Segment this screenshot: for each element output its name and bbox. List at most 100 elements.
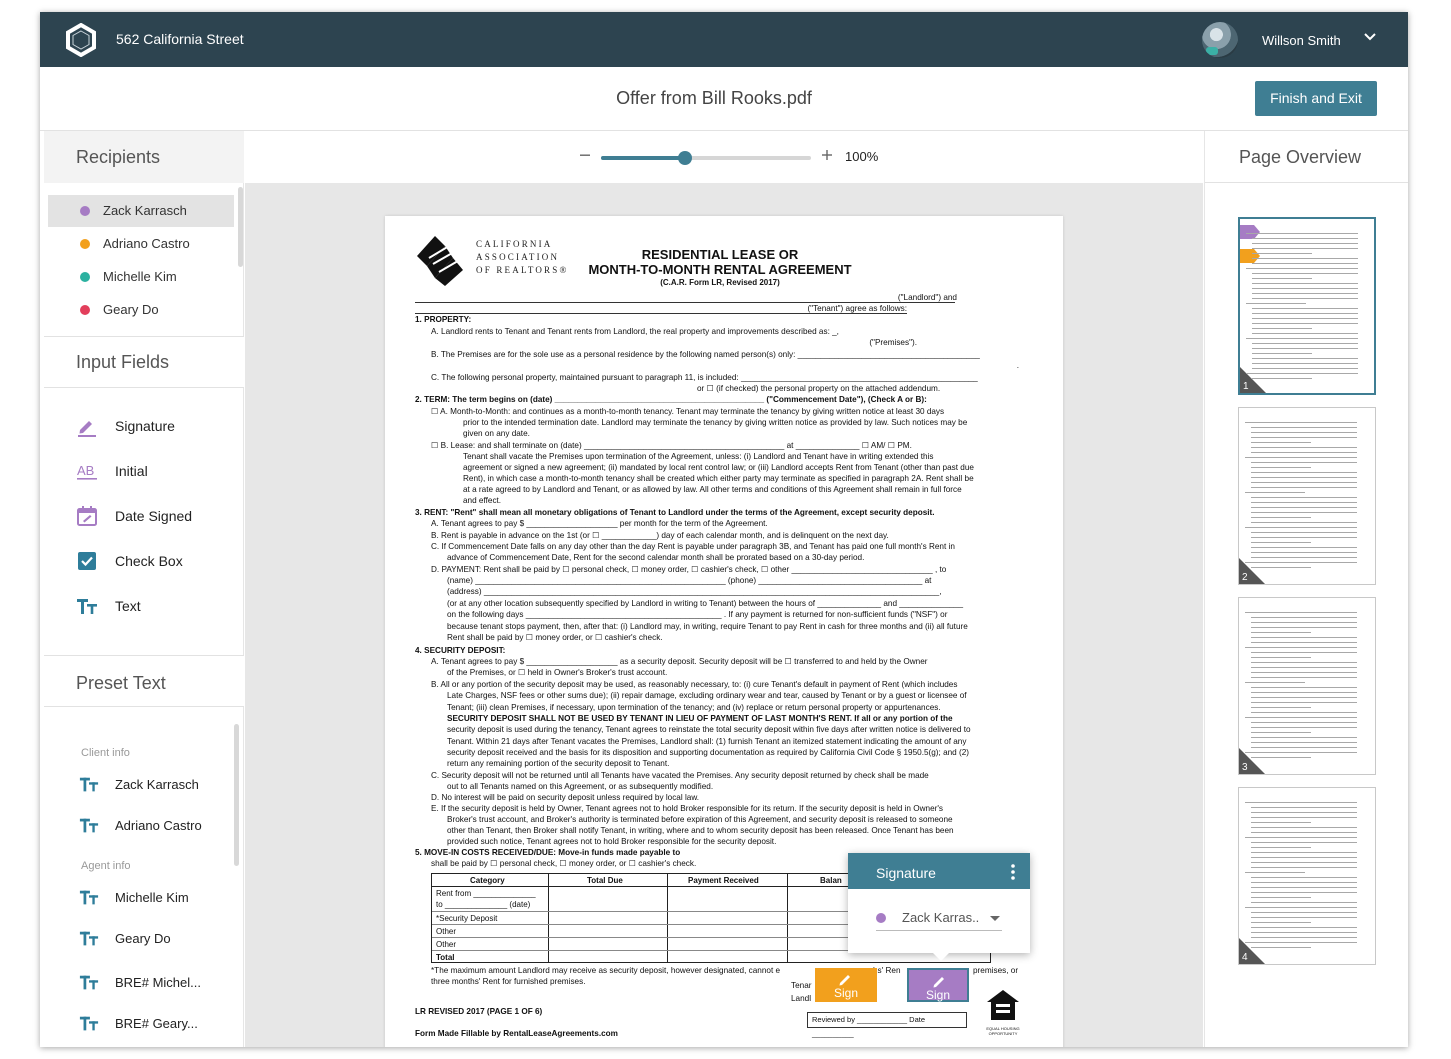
recipient-color-dot [80,206,90,216]
thumbnail-text-line [1251,557,1357,558]
preset-scrollbar[interactable] [234,724,239,866]
table-cell: to ______________ (date) [436,900,531,909]
thumbnail-text-line [1251,722,1357,723]
zoom-out-icon[interactable] [577,147,593,163]
thumbnail-text-line [1252,368,1358,369]
thumbnail-text-line [1251,827,1357,828]
recipient-select[interactable]: Zack Karras.. [876,905,1002,931]
zoom-slider-knob[interactable] [678,151,692,165]
page-number: 2 [1242,572,1248,583]
pdf-text-line: C. Security deposit will not be returned… [431,771,929,780]
thumbnail-text-line [1251,897,1311,898]
user-name[interactable]: Willson Smith [1262,33,1341,48]
pdf-text-line: (or at any other location subsequently s… [447,599,964,608]
preset-item[interactable]: Zack Karrasch [76,772,236,798]
thumbnail-text-line [1251,812,1357,813]
field-date-signed[interactable]: Date Signed [76,502,236,532]
document-title-bar: Offer from Bill Rooks.pdf Finish and Exi… [40,67,1408,131]
pdf-text-line: at a rate agreed to by Landlord and Tena… [463,485,962,494]
pdf-text-line: shall be paid by ☐ personal check, ☐ mon… [431,859,697,868]
page-thumbnail[interactable]: 1 [1238,217,1376,395]
thumbnail-text-line [1251,892,1357,893]
recipient-color-dot [876,913,886,923]
thumbnail-text-line [1251,652,1357,653]
sign-tag-orange[interactable]: Sign [815,968,877,1002]
pdf-text-line: 1. PROPERTY: [415,315,472,324]
thumbnail-text-line [1251,432,1357,433]
field-check-box[interactable]: Check Box [76,547,236,577]
popup-title: Signature [876,865,936,881]
thumbnail-text-line [1251,622,1357,623]
text-tt-icon [79,818,99,833]
preset-item[interactable]: Adriano Castro [76,813,236,839]
tenant-label: Tenar [791,981,812,990]
pen-icon [933,977,944,988]
thumbnail-text-line [1251,537,1357,538]
zoom-slider[interactable] [601,151,811,165]
page-thumbnail[interactable]: 4 [1238,787,1376,965]
sign-tag-purple[interactable]: Sign [907,968,969,1002]
preset-label: BRE# Geary... [115,1016,198,1031]
pdf-text-line: C. If Commencement Date falls on any day… [431,542,955,551]
thumbnail-text-line [1251,947,1311,948]
input-fields-title: Input Fields [76,352,170,372]
pdf-text-line: ☐ B. Lease: and shall terminate on (date… [431,441,912,450]
recipient-item[interactable]: Zack Karrasch [48,195,234,227]
chevron-down-icon[interactable] [1363,30,1377,44]
page-thumbnail[interactable]: 2 [1238,407,1376,585]
document-title: Offer from Bill Rooks.pdf [616,88,812,108]
pdf-text-line: E. If the security deposit is held by Ow… [431,804,944,813]
pdf-title-line: MONTH-TO-MONTH RENTAL AGREEMENT [588,262,852,277]
pdf-footnote: three months' Rent for furnished premise… [431,977,586,986]
thumbnail-text-line [1251,662,1357,663]
recipient-item[interactable]: Adriano Castro [48,228,234,260]
popup-header: Signature [848,853,1030,889]
field-text[interactable]: Text [76,592,236,622]
thumbnail-text-line [1251,632,1311,633]
hexagon-ring-logo[interactable] [64,23,98,57]
user-avatar[interactable] [1202,22,1238,58]
pdf-text-line: ("Landlord") and [897,293,957,302]
thumbnail-text-line [1251,552,1357,553]
recipients-scrollbar[interactable] [238,187,243,267]
preset-item[interactable]: BRE# Geary... [76,1011,236,1037]
thumbnail-text-line [1245,422,1357,423]
preset-item[interactable]: Geary Do [76,926,236,952]
field-initial[interactable]: AB Initial [76,457,236,487]
thumbnail-text-line [1252,243,1358,244]
preset-group-label: Client info [81,747,130,759]
finish-and-exit-button[interactable]: Finish and Exit [1255,81,1377,116]
field-signature[interactable]: Signature [76,412,236,442]
document-canvas[interactable]: CALIFORNIA ASSOCIATION OF REALTORS® RESI… [245,183,1203,1047]
more-vert-icon[interactable] [1010,863,1016,881]
thumbnail-text-line [1251,867,1357,868]
thumbnail-text-line [1251,887,1357,888]
preset-text-title: Preset Text [76,673,166,693]
pdf-text-line: Rent shall be paid by ☐ money order, or … [447,633,663,642]
zoom-in-icon[interactable] [820,148,834,162]
thumbnail-text-line [1251,657,1311,658]
pdf-text-line: Late Charges, NSF fees or other sums due… [447,691,967,700]
thumbnail-text-line [1251,547,1357,548]
table-cell: Other [436,940,457,949]
thumbnail-text-line [1251,567,1311,568]
thumbnail-text-line [1251,512,1357,513]
recipient-item[interactable]: Michelle Kim [48,261,234,293]
thumbnail-text-line [1252,238,1358,239]
thumbnail-text-line [1251,642,1357,643]
thumbnail-text-line [1245,457,1357,458]
page-thumbnail[interactable]: 3 [1238,597,1376,775]
pdf-text-line: given on any date. [463,429,530,438]
table-cell: *Security Deposit [436,914,498,923]
thumbnail-text-line [1251,507,1357,508]
pdf-text-line: 5. MOVE-IN COSTS RECEIVED/DUE: Move-in f… [415,848,681,857]
thumbnail-text-line [1246,338,1358,339]
preset-item[interactable]: BRE# Michel... [76,970,236,996]
thumbnail-text-line [1251,742,1357,743]
thumbnail-text-line [1252,323,1358,324]
recipient-name: Geary Do [103,302,159,317]
thumbnail-text-line [1251,912,1357,913]
recipient-item[interactable]: Geary Do [48,294,234,326]
thumbnail-text-line [1245,682,1305,683]
preset-item[interactable]: Michelle Kim [76,885,236,911]
